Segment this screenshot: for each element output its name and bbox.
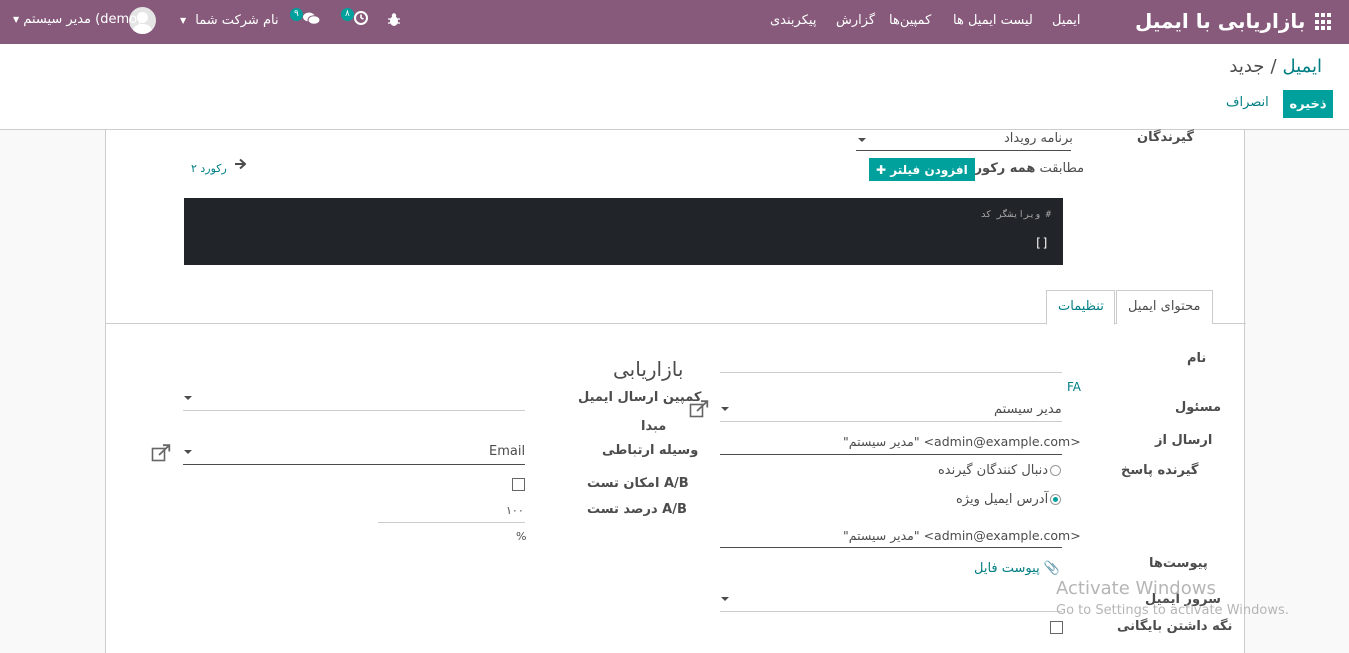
attach-file-label: پیوست فایل (974, 561, 1040, 576)
menu-campaigns[interactable]: کمپین‌ها (889, 13, 931, 28)
attach-file-button[interactable]: پیوست فایل 📎 (974, 561, 1060, 576)
section-marketing-title: بازاریابی (613, 357, 684, 381)
discard-button[interactable]: انصراف (1226, 95, 1269, 110)
reply-to-line (720, 547, 1062, 548)
add-filter-button[interactable]: ✚ افزودن فیلتر (869, 158, 975, 181)
attachments-label: پیوست‌ها (1149, 556, 1208, 571)
user-name: مدیر سیستم (demo) (23, 12, 143, 27)
breadcrumb-separator: / (1270, 56, 1277, 77)
user-menu[interactable]: ▼ مدیر سیستم (demo) (13, 12, 142, 27)
plus-icon: ✚ (876, 162, 887, 177)
debug-bug-icon[interactable] (387, 12, 401, 28)
control-panel: ایمیل /جدید ذخیره انصراف (0, 44, 1349, 130)
activity-clock-icon[interactable] (353, 10, 369, 28)
form-sheet: گیرندگان برنامه رویداد مطابقت همه رکورده… (105, 130, 1246, 653)
name-label: نام (1187, 351, 1207, 366)
recipients-value: برنامه رویداد (1004, 131, 1073, 146)
percent-sign: % (516, 530, 527, 543)
medium-value: Email (489, 444, 526, 459)
external-link-icon[interactable] (151, 444, 171, 462)
reply-to-input[interactable]: "مدیر سیستم" <admin@example.com> (843, 528, 1081, 543)
chevron-down-icon: ▼ (13, 15, 20, 24)
menu-email[interactable]: ایمیل (1052, 13, 1081, 28)
radio-specific-email[interactable] (1050, 494, 1061, 505)
campaign-select[interactable] (183, 410, 525, 411)
recipients-select[interactable] (856, 150, 1071, 151)
send-from-label: ارسال از (1155, 433, 1213, 448)
messages-chat-icon[interactable] (302, 10, 321, 28)
chevron-down-icon: ▼ (180, 16, 187, 25)
menu-mailing-lists[interactable]: لیست ایمیل ها (953, 13, 1033, 28)
responsible-select[interactable] (720, 421, 1062, 422)
recipients-label: گیرندگان (1137, 130, 1194, 145)
ab-percent-input[interactable]: ۱۰۰ (506, 504, 524, 517)
menu-configuration[interactable]: پیکربندی (770, 13, 816, 28)
language-badge[interactable]: FA (1067, 380, 1081, 394)
reply-option-specific: آدرس ایمیل ویژه (956, 492, 1049, 507)
code-content: [] (1034, 236, 1049, 250)
keep-archive-checkbox[interactable] (1050, 621, 1063, 634)
ab-test-checkbox[interactable] (512, 478, 525, 491)
activity-count-badge: ۸ (341, 8, 354, 21)
name-input[interactable] (720, 372, 1062, 373)
chevron-down-icon (721, 407, 729, 411)
responsible-value: مدیر سیستم (994, 402, 1062, 417)
ab-percent-line (378, 522, 525, 523)
tab-settings[interactable]: تنظیمات (1046, 290, 1115, 325)
mail-server-select[interactable] (720, 611, 1062, 612)
medium-select[interactable] (183, 464, 525, 465)
company-name: نام شرکت شما (195, 13, 279, 28)
chevron-down-icon (858, 138, 866, 142)
arrow-right-icon[interactable] (234, 158, 247, 174)
chevron-down-icon (721, 597, 729, 601)
source-label: مبدا (641, 419, 667, 434)
send-from-input[interactable]: "مدیر سیستم" <admin@example.com> (843, 434, 1081, 449)
company-switcher[interactable]: ▼ نام شرکت شما (180, 13, 279, 28)
mail-server-label: سرور ایمیل (1145, 592, 1221, 607)
save-button[interactable]: ذخیره (1283, 90, 1333, 118)
app-title[interactable]: بازاریابی با ایمیل (1135, 9, 1305, 33)
ab-test-label: امکان تست A/B (587, 476, 689, 491)
send-from-line (720, 454, 1062, 455)
reply-to-label: گیرنده پاسخ (1121, 463, 1199, 478)
messages-count-badge: ۹ (290, 8, 303, 21)
medium-label: وسیله ارتباطی (602, 443, 699, 458)
match-prefix: مطابقت (1039, 161, 1085, 176)
reply-option-followers: دنبال کنندگان گیرنده (938, 463, 1049, 478)
chevron-down-icon (184, 396, 192, 400)
paperclip-icon: 📎 (1043, 561, 1061, 576)
record-count-link[interactable]: ۲ رکورد (191, 162, 227, 175)
keep-archive-label: نگه داشتن بایگانی (1117, 619, 1233, 634)
breadcrumb: ایمیل /جدید (1229, 56, 1322, 77)
apps-menu-icon[interactable] (1315, 13, 1333, 31)
add-filter-label: افزودن فیلتر (890, 162, 968, 177)
radio-followers[interactable] (1050, 465, 1061, 476)
code-editor[interactable]: # ویرایشگر کد [] (184, 198, 1063, 265)
chevron-down-icon (184, 450, 192, 454)
responsible-label: مسئول (1175, 400, 1222, 415)
campaign-label: کمپین ارسال ایمیل (578, 390, 702, 405)
top-navbar: بازاریابی با ایمیل ایمیل لیست ایمیل ها ک… (0, 0, 1349, 44)
code-comment: # ویرایشگر کد (980, 210, 1051, 220)
tab-email-content[interactable]: محتوای ایمیل (1116, 290, 1213, 324)
breadcrumb-parent[interactable]: ایمیل (1283, 56, 1322, 77)
ab-percent-label: درصد تست A/B (587, 502, 687, 517)
menu-reporting[interactable]: گزارش (836, 13, 875, 28)
breadcrumb-current: جدید (1229, 56, 1265, 77)
